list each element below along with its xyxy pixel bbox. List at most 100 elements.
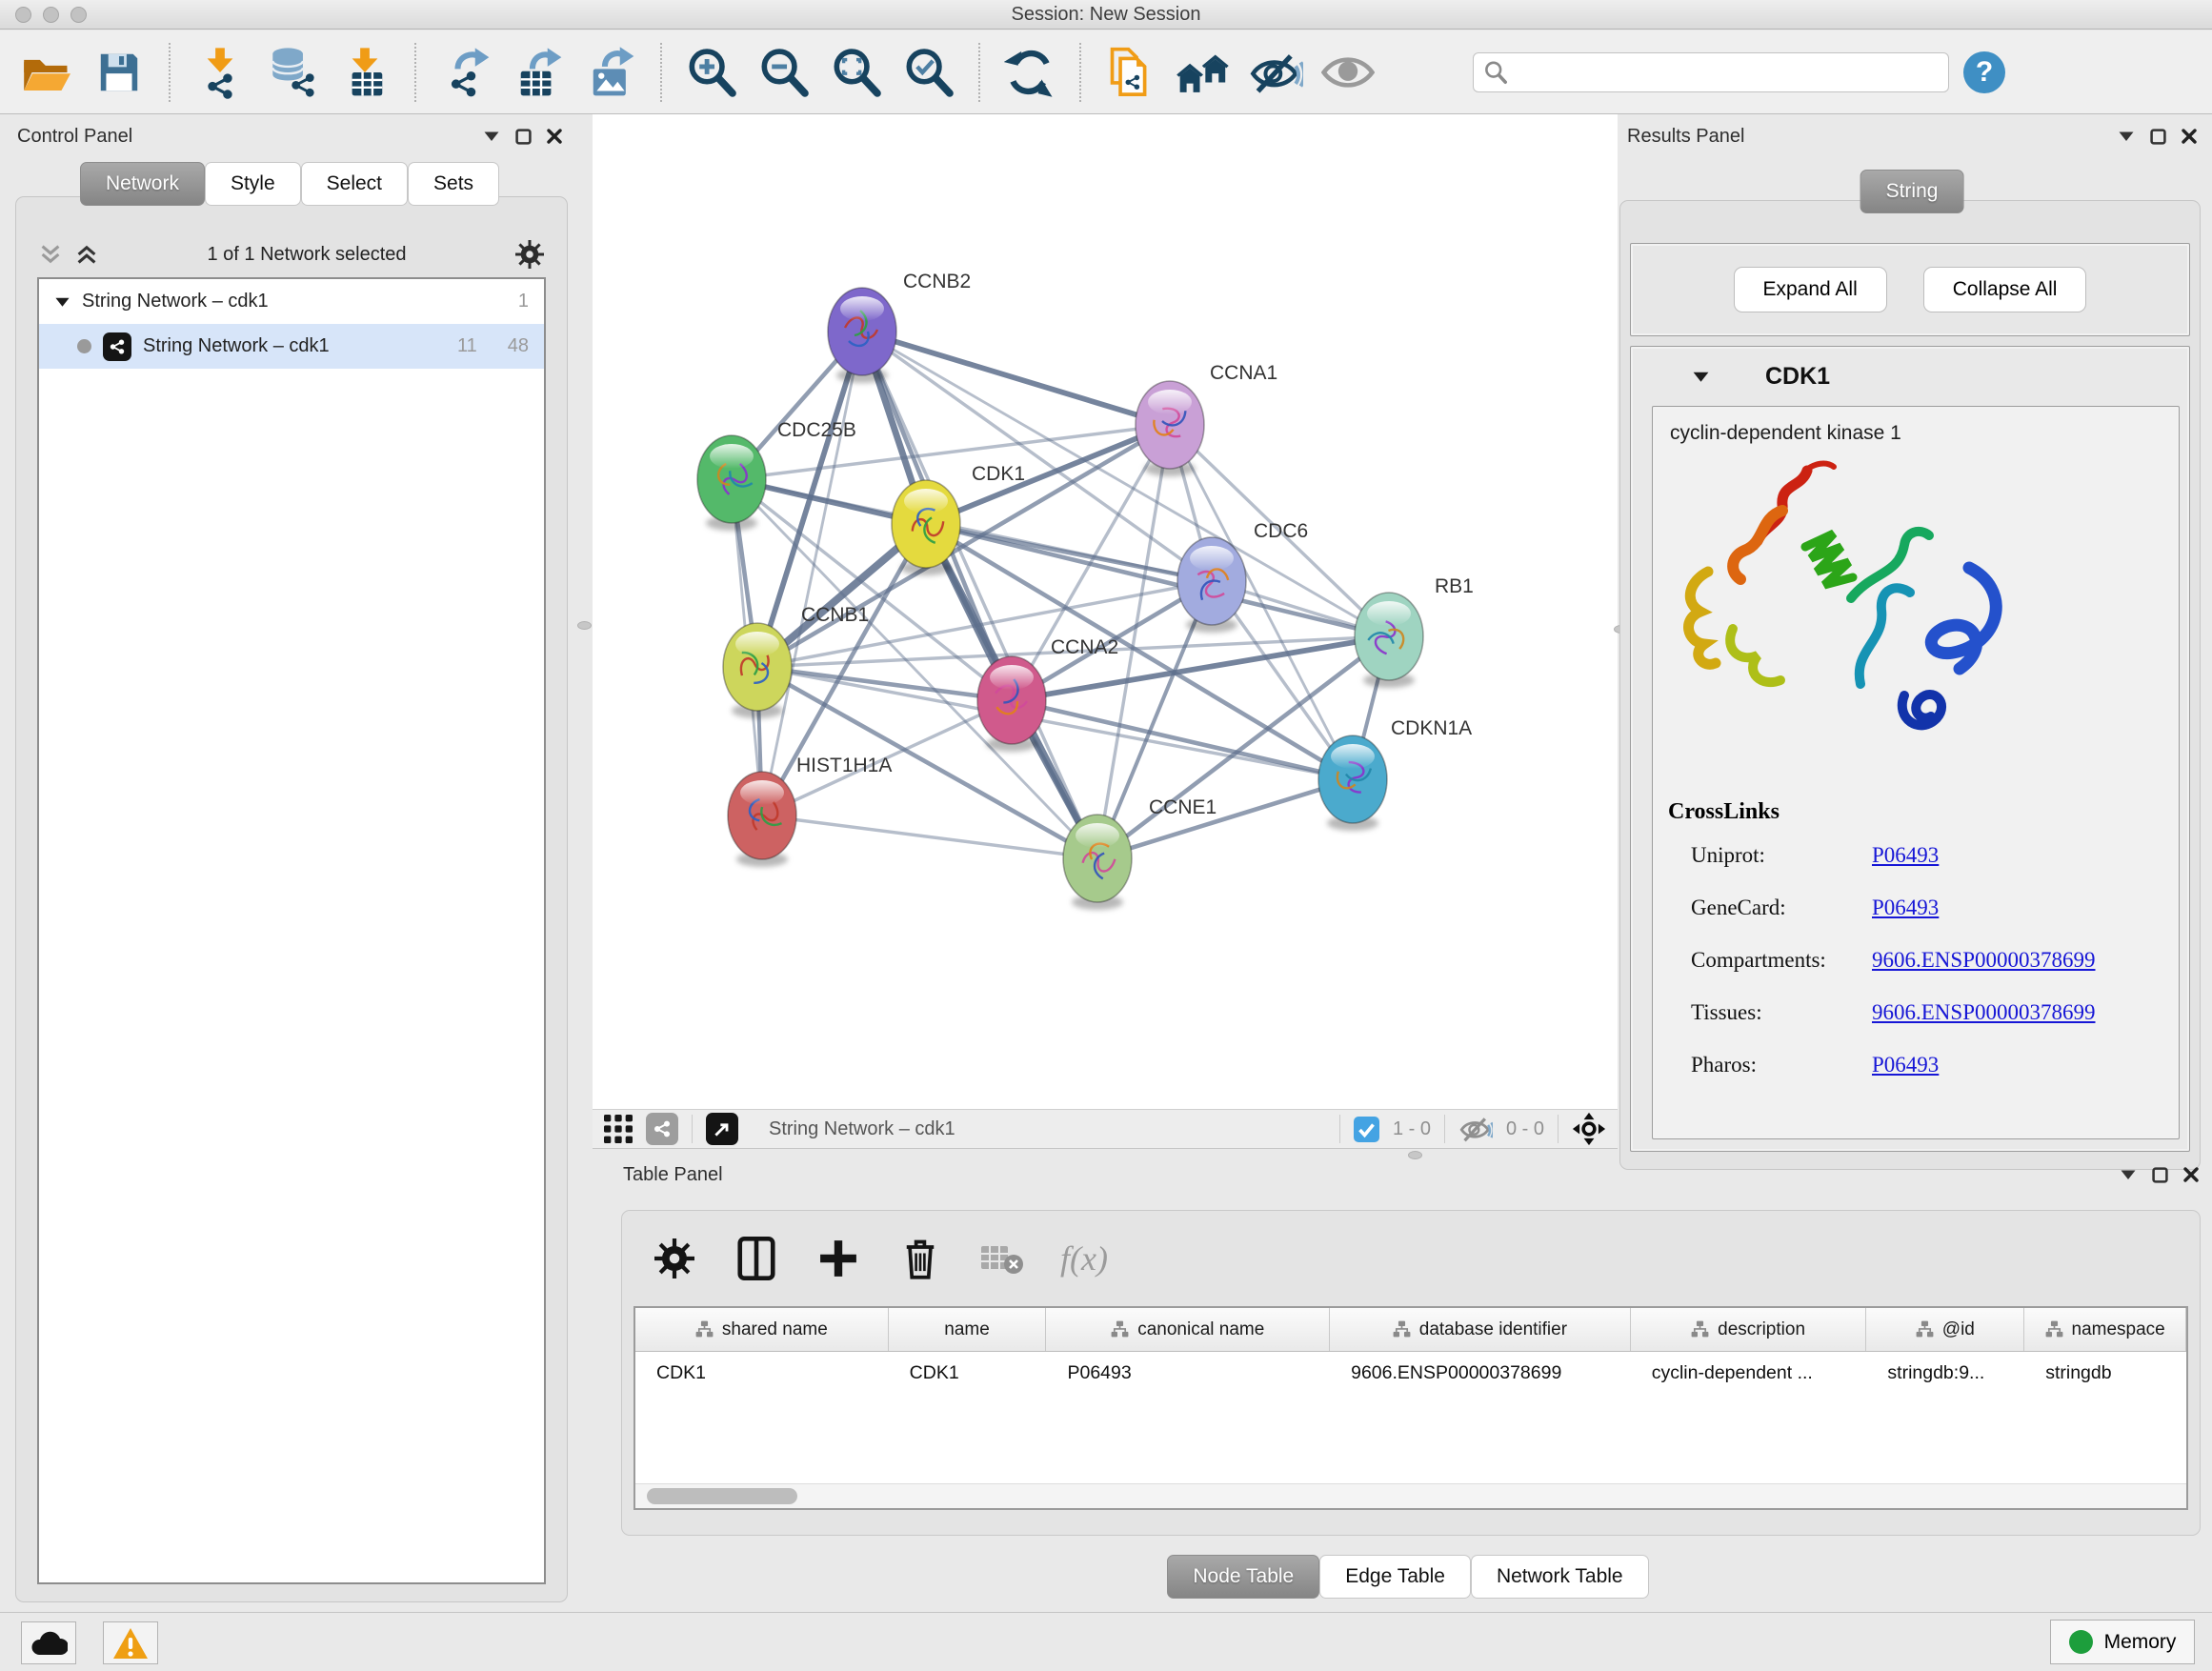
network-edge[interactable]	[862, 332, 1097, 858]
column-header--id[interactable]: @id	[1866, 1308, 2024, 1351]
column-header-shared-name[interactable]: shared name	[635, 1308, 889, 1351]
save-session-button[interactable]	[88, 41, 151, 104]
open-session-button[interactable]	[15, 41, 78, 104]
import-network-button[interactable]	[189, 41, 251, 104]
first-neighbors-button[interactable]	[1172, 41, 1235, 104]
results-panel-close-button[interactable]	[2182, 129, 2197, 144]
network-node-cdc25b[interactable]	[697, 435, 766, 531]
tab-network[interactable]: Network	[80, 162, 205, 206]
gene-collapse-caret-icon[interactable]	[1692, 371, 1710, 383]
results-panel-menu-button[interactable]	[2118, 131, 2135, 142]
show-columns-button[interactable]	[733, 1235, 780, 1282]
table-panel-close-button[interactable]	[2183, 1167, 2199, 1182]
tab-style[interactable]: Style	[205, 162, 301, 206]
network-node-rb1[interactable]	[1355, 593, 1423, 688]
crosslink-link[interactable]: P06493	[1872, 843, 1939, 868]
network-canvas[interactable]: CCNB2CCNA1CDC25BCDK1CDC6RB1CCNB1CCNA2CDK…	[593, 114, 1618, 1109]
table-horizontal-scrollbar[interactable]	[635, 1483, 2186, 1508]
crosslink-link[interactable]: P06493	[1872, 1053, 1939, 1077]
expand-all-button[interactable]: Expand All	[1734, 267, 1887, 312]
delete-table-button[interactable]	[978, 1235, 1026, 1282]
column-header-database-identifier[interactable]: database identifier	[1330, 1308, 1631, 1351]
open-in-window-button[interactable]	[706, 1113, 738, 1145]
fit-content-button[interactable]	[1572, 1112, 1606, 1146]
add-column-button[interactable]	[814, 1235, 862, 1282]
table-panel-menu-button[interactable]	[2120, 1169, 2137, 1180]
crosslink-link[interactable]: P06493	[1872, 896, 1939, 920]
network-edge[interactable]	[762, 815, 1097, 858]
control-panel-float-button[interactable]	[515, 129, 532, 145]
zoom-selected-button[interactable]	[897, 41, 960, 104]
duplicate-network-button[interactable]	[1099, 41, 1162, 104]
network-node-ccnb2[interactable]	[828, 288, 896, 383]
zoom-out-button[interactable]	[753, 41, 815, 104]
memory-button[interactable]: Memory	[2050, 1620, 2195, 1664]
tab-string[interactable]: String	[1860, 170, 1964, 213]
delete-column-button[interactable]	[896, 1235, 944, 1282]
zoom-fit-button[interactable]	[825, 41, 888, 104]
collapse-all-button[interactable]: Collapse All	[1923, 267, 2087, 312]
network-node-ccna1[interactable]	[1136, 381, 1204, 476]
string-network-chip-icon[interactable]	[646, 1113, 678, 1145]
network-node-ccne1[interactable]	[1063, 815, 1132, 910]
zoom-in-button[interactable]	[680, 41, 743, 104]
expand-all-networks-button[interactable]	[75, 243, 98, 266]
help-button[interactable]: ?	[1959, 41, 2010, 104]
import-table-button[interactable]	[333, 41, 396, 104]
table-row[interactable]: CDK1CDK1P064939606.ENSP00000378699cyclin…	[635, 1352, 2186, 1394]
zoom-window-button[interactable]	[70, 7, 87, 23]
network-node-cdk1[interactable]	[892, 480, 960, 575]
scrollbar-thumb[interactable]	[647, 1488, 797, 1504]
close-window-button[interactable]	[15, 7, 31, 23]
show-all-button[interactable]	[1317, 41, 1379, 104]
selected-checkbox-icon[interactable]	[1354, 1117, 1379, 1142]
hidden-eye-slash-icon[interactable]	[1458, 1116, 1493, 1142]
left-splitter-handle[interactable]	[577, 621, 592, 630]
network-node-hist1h1a[interactable]	[728, 772, 796, 867]
column-header-name[interactable]: name	[889, 1308, 1047, 1351]
tab-select[interactable]: Select	[301, 162, 408, 206]
network-node-cdc6[interactable]	[1177, 537, 1246, 633]
refresh-layout-button[interactable]	[998, 41, 1061, 104]
import-database-button[interactable]	[261, 41, 324, 104]
table-options-gear-button[interactable]	[651, 1235, 698, 1282]
network-options-gear-button[interactable]	[515, 240, 544, 269]
network-node-ccnb1[interactable]	[723, 623, 792, 718]
network-edge[interactable]	[1012, 700, 1353, 779]
collapse-caret-icon[interactable]	[54, 296, 70, 308]
export-table-button[interactable]	[507, 41, 570, 104]
crosslink-link[interactable]: 9606.ENSP00000378699	[1872, 948, 2096, 973]
export-image-button[interactable]	[579, 41, 642, 104]
results-panel-title: Results Panel	[1627, 126, 1744, 148]
tab-sets[interactable]: Sets	[408, 162, 499, 206]
cloud-status-button[interactable]	[21, 1621, 76, 1664]
minimize-window-button[interactable]	[43, 7, 59, 23]
show-grid-button[interactable]	[604, 1115, 633, 1143]
control-panel-close-button[interactable]	[547, 129, 562, 144]
results-panel-float-button[interactable]	[2150, 129, 2166, 145]
hide-selected-button[interactable]	[1244, 41, 1307, 104]
tab-network-table[interactable]: Network Table	[1471, 1555, 1649, 1599]
column-header-namespace[interactable]: namespace	[2024, 1308, 2186, 1351]
column-header-description[interactable]: description	[1631, 1308, 1867, 1351]
tab-edge-table[interactable]: Edge Table	[1319, 1555, 1471, 1599]
network-node-cdkn1a[interactable]	[1318, 735, 1387, 831]
control-panel-tabs: Network Style Select Sets	[10, 162, 570, 206]
crosslink-link[interactable]: 9606.ENSP00000378699	[1872, 1000, 2096, 1025]
network-edge[interactable]	[862, 332, 1170, 425]
network-edge[interactable]	[762, 332, 862, 815]
tab-node-table[interactable]: Node Table	[1167, 1555, 1319, 1599]
column-header-canonical-name[interactable]: canonical name	[1046, 1308, 1330, 1351]
network-edge[interactable]	[1097, 779, 1353, 858]
apply-function-button[interactable]: f(x)	[1060, 1238, 1108, 1278]
collapse-all-networks-button[interactable]	[39, 243, 62, 266]
warnings-button[interactable]	[103, 1621, 158, 1664]
search-input[interactable]	[1516, 61, 1939, 83]
export-network-button[interactable]	[434, 41, 497, 104]
network-collection-row[interactable]: String Network – cdk1 1	[39, 279, 544, 324]
control-panel-menu-button[interactable]	[483, 131, 500, 142]
column-header-label: canonical name	[1137, 1319, 1264, 1340]
crosslink-label: Tissues:	[1691, 1000, 1872, 1025]
network-row-selected[interactable]: String Network – cdk1 11 48	[39, 324, 544, 369]
table-panel-float-button[interactable]	[2152, 1167, 2168, 1183]
